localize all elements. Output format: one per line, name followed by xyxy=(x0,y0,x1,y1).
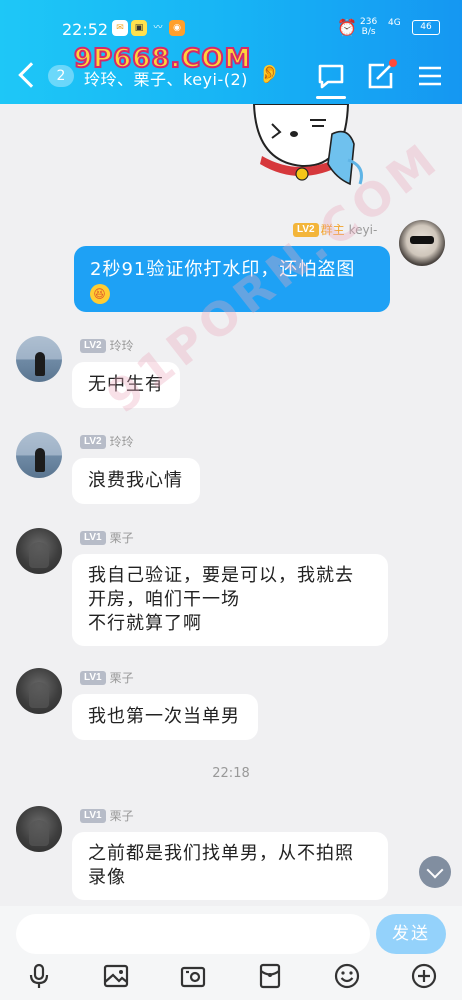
menu-button[interactable] xyxy=(414,60,446,92)
earpiece-mode-icon: 👂 xyxy=(258,64,281,85)
scroll-to-bottom-button[interactable] xyxy=(419,856,451,888)
emoji-button[interactable] xyxy=(333,962,361,990)
notification-dot xyxy=(389,59,397,67)
network-speed: 236 B/s xyxy=(360,17,378,37)
sender-name: 玲玲 xyxy=(109,339,134,353)
message-list[interactable]: LV2 群主 keyi- 2秒91验证你打水印，还怕盗图 😆 LV2 玲玲 无中生有 … xyxy=(0,104,462,906)
signal-indicator: 4G xyxy=(388,18,401,28)
voice-button[interactable] xyxy=(25,962,53,990)
plus-circle-icon xyxy=(411,963,437,989)
smiley-face-icon xyxy=(334,963,360,989)
owner-role-badge: 群主 xyxy=(320,223,345,237)
hamburger-menu-icon xyxy=(419,66,441,86)
sender-meta: LV2 玲玲 xyxy=(80,337,134,353)
sender-meta: LV1 栗子 xyxy=(80,529,134,545)
message-text-line: 录像 xyxy=(88,867,126,888)
sender-meta: LV2 群主 keyi- xyxy=(293,221,377,237)
level-badge: LV2 xyxy=(293,222,319,237)
sender-meta: LV1 栗子 xyxy=(80,669,134,685)
avatar[interactable] xyxy=(16,432,62,478)
notification-app-icon: ▣ xyxy=(131,20,147,36)
message-input[interactable] xyxy=(16,914,370,954)
camera-button[interactable] xyxy=(179,962,207,990)
message-text: 无中生有 xyxy=(88,374,164,395)
notification-app-icon: 〰 xyxy=(153,23,163,33)
status-time: 22:52 xyxy=(62,20,109,39)
avatar[interactable] xyxy=(16,528,62,574)
microphone-icon xyxy=(29,963,49,988)
sender-name: 玲玲 xyxy=(109,435,134,449)
image-icon xyxy=(103,964,129,988)
message-bubble[interactable]: 之前都是我们找单男，从不拍照 录像 xyxy=(72,832,388,900)
message-text-line: 之前都是我们找单男，从不拍照 xyxy=(88,843,354,864)
alarm-icon: ⏰ xyxy=(337,18,357,37)
level-badge: LV1 xyxy=(80,670,106,685)
message-bubble[interactable]: 无中生有 xyxy=(72,362,180,408)
sender-meta: LV1 栗子 xyxy=(80,807,134,823)
message-bubble[interactable]: 浪费我心情 xyxy=(72,458,200,504)
message-timestamp: 22:18 xyxy=(212,766,250,781)
red-envelope-icon xyxy=(259,963,281,989)
cat-sticker-image[interactable] xyxy=(244,104,394,196)
message-text: 我也第一次当单男 xyxy=(88,706,240,727)
message-bubble[interactable]: 2秒91验证你打水印，还怕盗图 😆 xyxy=(74,246,390,312)
watermark-logo: 9P668.COM xyxy=(73,43,252,75)
unread-count-badge[interactable]: 2 xyxy=(48,65,74,87)
message-bubble[interactable]: 我自己验证，要是可以，我就去 开房，咱们干一场 不行就算了啊 xyxy=(72,554,388,646)
level-badge: LV2 xyxy=(80,434,106,449)
more-options-button[interactable] xyxy=(410,962,438,990)
camera-icon xyxy=(180,966,206,988)
photo-button[interactable] xyxy=(102,962,130,990)
input-bar: 发送 xyxy=(0,906,462,1000)
chat-bubble-icon xyxy=(318,64,344,89)
message-text-line: 我自己验证，要是可以，我就去 xyxy=(88,565,354,586)
message-text-line: 开房，咱们干一场 xyxy=(88,589,240,610)
message-text: 2秒91验证你打水印，还怕盗图 xyxy=(90,259,356,280)
notification-app-icon: ◉ xyxy=(169,20,185,36)
notification-app-icon: ✉ xyxy=(112,20,128,36)
back-arrow-icon[interactable] xyxy=(18,62,44,88)
sender-name: 栗子 xyxy=(109,809,134,823)
avatar[interactable] xyxy=(16,336,62,382)
avatar[interactable] xyxy=(399,220,445,266)
send-button[interactable]: 发送 xyxy=(376,914,446,954)
avatar[interactable] xyxy=(16,668,62,714)
avatar[interactable] xyxy=(16,806,62,852)
message-text: 浪费我心情 xyxy=(88,470,183,491)
sender-name: 栗子 xyxy=(109,671,134,685)
sender-meta: LV2 玲玲 xyxy=(80,433,134,449)
level-badge: LV1 xyxy=(80,808,106,823)
level-badge: LV2 xyxy=(80,338,106,353)
battery-indicator: 46 xyxy=(412,20,440,35)
sender-name: keyi- xyxy=(348,222,378,237)
message-text-line: 不行就算了啊 xyxy=(88,613,202,634)
red-packet-button[interactable] xyxy=(256,962,284,990)
level-badge: LV1 xyxy=(80,530,106,545)
group-chat-button[interactable] xyxy=(315,60,347,92)
sender-name: 栗子 xyxy=(109,531,134,545)
message-bubble[interactable]: 我也第一次当单男 xyxy=(72,694,258,740)
active-tab-indicator xyxy=(316,96,346,99)
laughing-emoji-icon: 😆 xyxy=(90,284,110,304)
